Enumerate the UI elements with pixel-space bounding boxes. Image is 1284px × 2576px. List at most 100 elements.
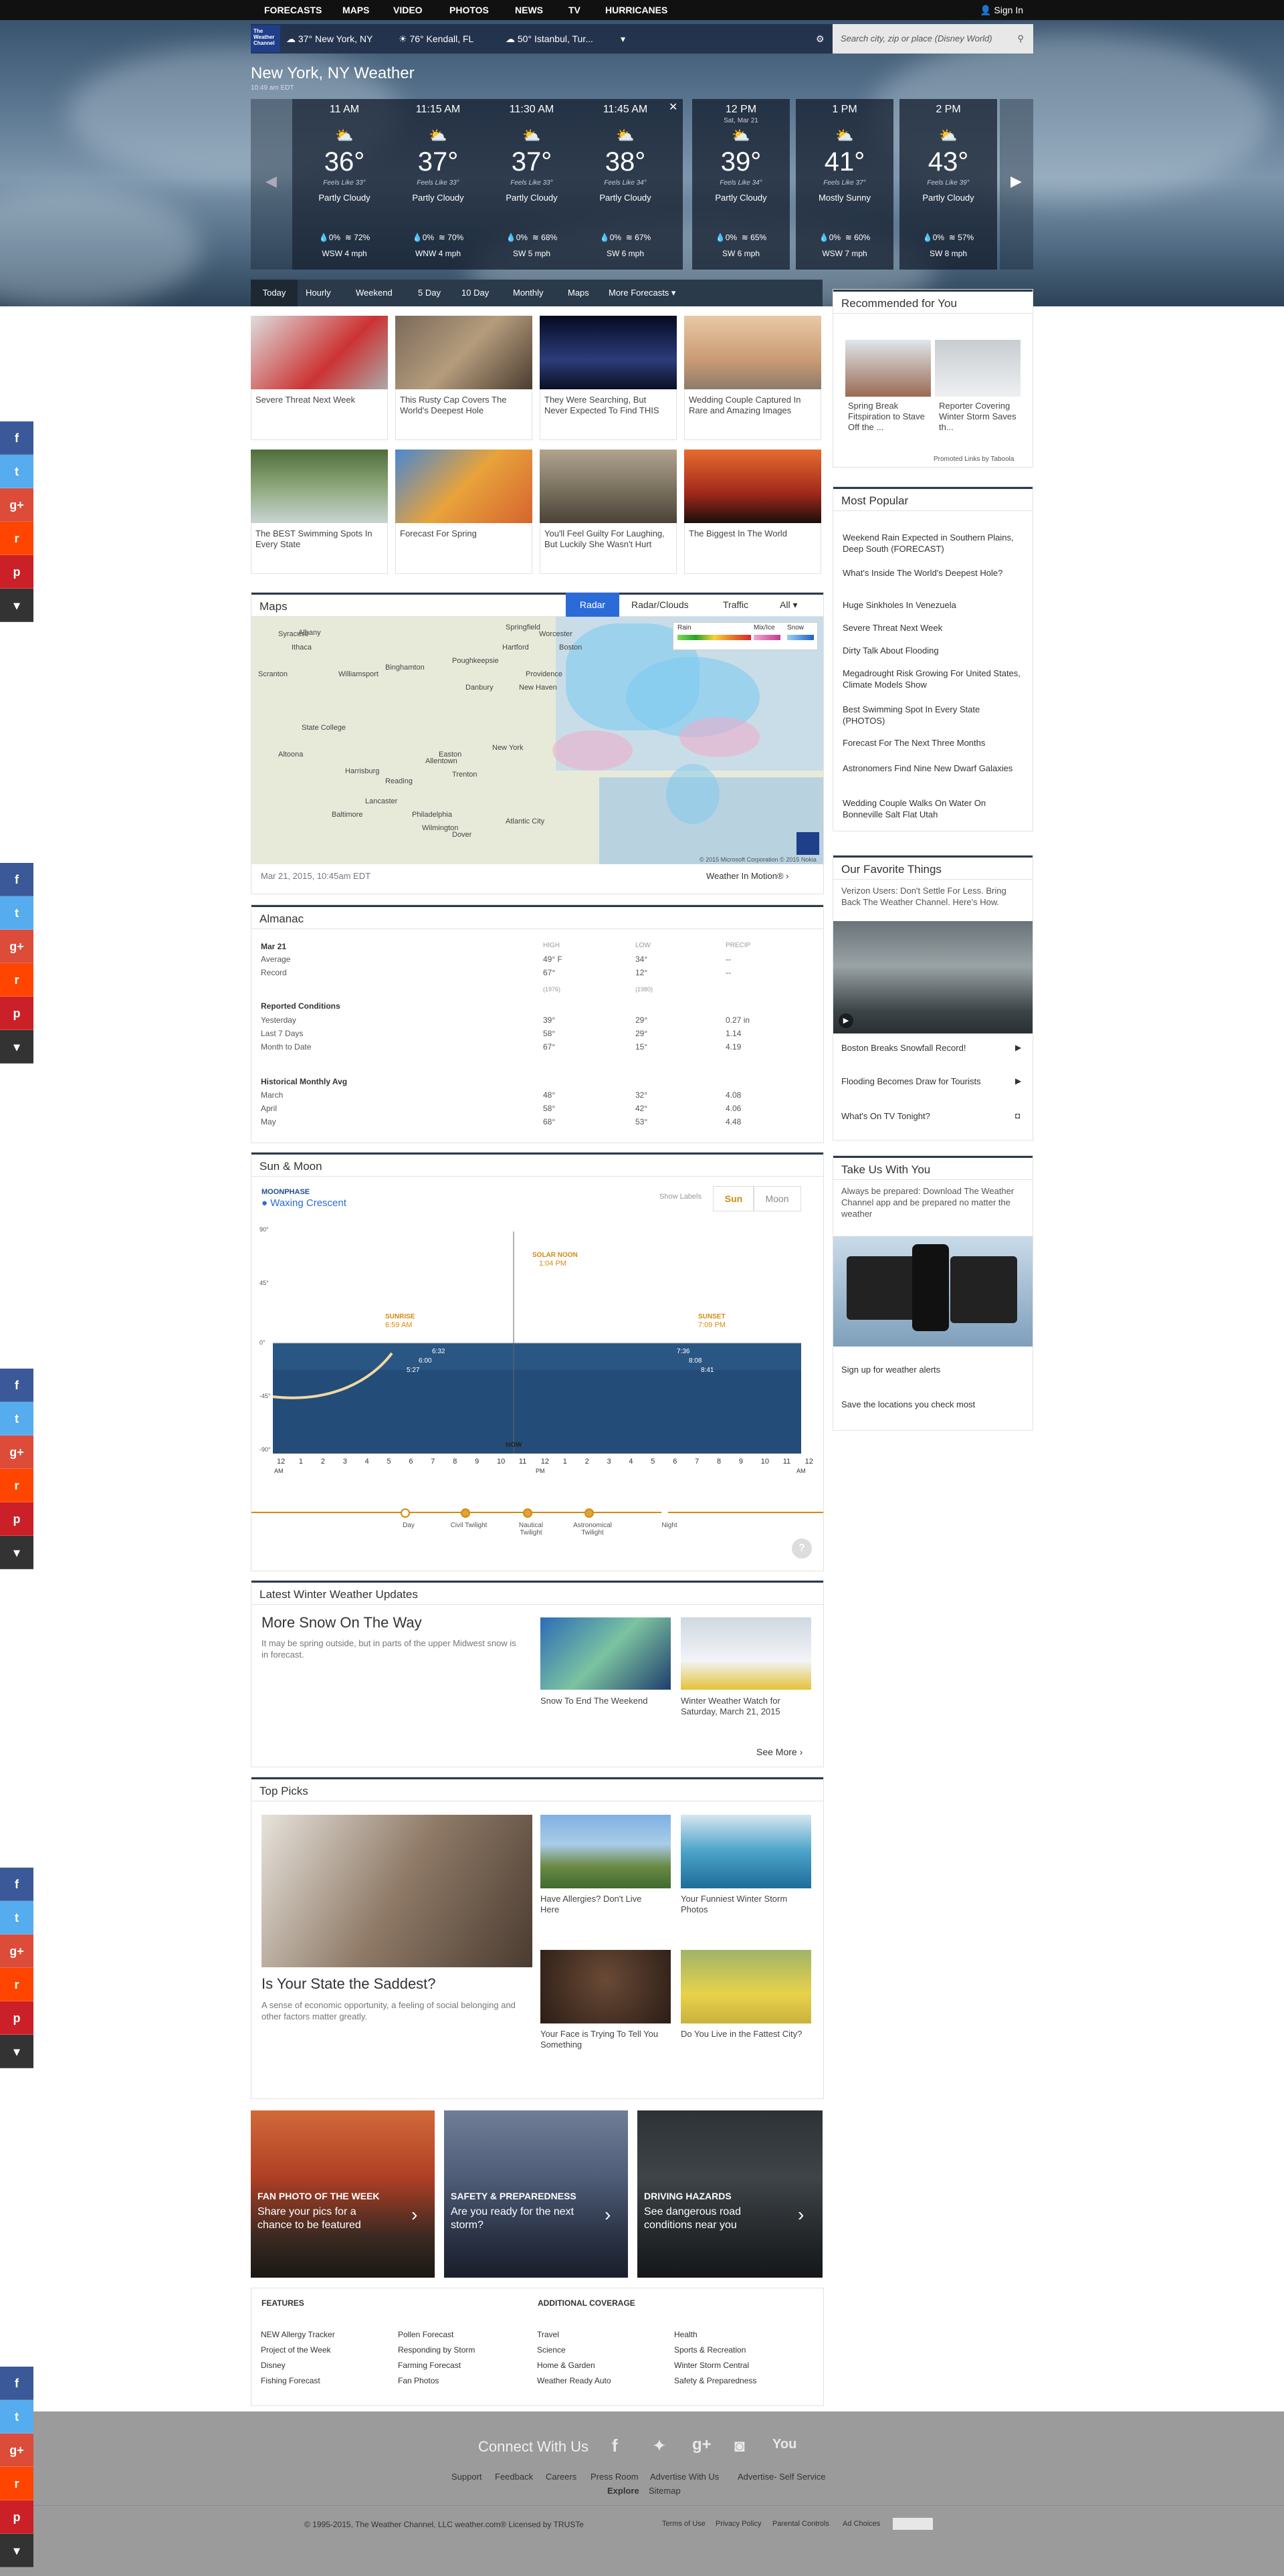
- promo-safety[interactable]: SAFETY & PREPAREDNESS Are you ready for …: [444, 2110, 628, 2278]
- nav-maps[interactable]: MAPS: [342, 0, 369, 20]
- favorites-video[interactable]: ▶: [833, 921, 1033, 1033]
- popular-item[interactable]: Huge Sinkholes In Venezuela: [843, 599, 1023, 611]
- ad-choices-link[interactable]: Ad Choices: [843, 2520, 880, 2528]
- facebook-share-icon[interactable]: f: [0, 863, 33, 896]
- tab-monthly[interactable]: Monthly: [513, 280, 544, 306]
- footer-additional-link[interactable]: Weather Ready Auto: [537, 2376, 611, 2385]
- footer-feature-link[interactable]: Disney: [261, 2361, 286, 2370]
- tab-hourly[interactable]: Hourly: [306, 280, 331, 306]
- taboola-link[interactable]: Promoted Links by Taboola: [934, 454, 1014, 465]
- story-title[interactable]: The BEST Swimming Spots In Every State: [255, 528, 383, 550]
- nav-hurricanes[interactable]: HURRICANES: [605, 0, 667, 20]
- twitter-share-icon[interactable]: t: [0, 1402, 33, 1435]
- favorites-intro[interactable]: Verizon Users: Don't Settle For Less. Br…: [841, 885, 1022, 908]
- top-pick-image-1[interactable]: [540, 1815, 671, 1888]
- tab-more-forecasts[interactable]: More Forecasts ▾: [609, 280, 675, 306]
- popular-item[interactable]: Dirty Talk About Flooding: [843, 645, 1023, 656]
- twitter-icon[interactable]: ✦: [652, 2436, 667, 2456]
- tab-5-day[interactable]: 5 Day: [418, 280, 441, 306]
- popular-item[interactable]: Best Swimming Spot In Every State (PHOTO…: [843, 704, 1023, 726]
- twitter-share-icon[interactable]: t: [0, 455, 33, 488]
- story-title[interactable]: This Rusty Cap Covers The World's Deepes…: [400, 395, 527, 416]
- winter-item-2[interactable]: Winter Weather Watch for Saturday, March…: [681, 1696, 811, 1717]
- popular-item[interactable]: Megadrought Risk Growing For United Stat…: [843, 668, 1023, 690]
- search-icon[interactable]: ⚲: [1017, 24, 1024, 54]
- saved-location-2[interactable]: ☀ 76° Kendall, FL: [399, 24, 473, 54]
- story-title[interactable]: You'll Feel Guilty For Laughing, But Luc…: [544, 528, 671, 550]
- recommended-item-2[interactable]: Reporter Covering Winter Storm Saves th.…: [939, 401, 1019, 433]
- nav-video[interactable]: VIDEO: [393, 0, 423, 20]
- locations-dropdown-icon[interactable]: ▾: [621, 24, 625, 54]
- youtube-icon[interactable]: You: [772, 2437, 796, 2452]
- top-picks-headline[interactable]: Is Your State the Saddest?: [261, 1975, 436, 1993]
- popular-item[interactable]: Severe Threat Next Week: [843, 622, 1023, 633]
- popular-item[interactable]: Weekend Rain Expected in Southern Plains…: [843, 532, 1023, 555]
- app-devices-image[interactable]: [833, 1236, 1033, 1347]
- story-image[interactable]: [684, 450, 821, 523]
- map-tab-radar[interactable]: Radar: [566, 593, 619, 617]
- story-image[interactable]: [395, 316, 532, 389]
- twitter-share-icon[interactable]: t: [0, 1901, 33, 1935]
- promo-fan-photo[interactable]: FAN PHOTO OF THE WEEK Share your pics fo…: [251, 2110, 435, 2278]
- story-image[interactable]: [684, 316, 821, 389]
- top-pick-item-2[interactable]: Your Funniest Winter Storm Photos: [681, 1894, 808, 1915]
- footer-feature-link[interactable]: Fan Photos: [398, 2376, 439, 2385]
- footer-feature-link[interactable]: Farming Forecast: [398, 2361, 461, 2370]
- top-pick-image-3[interactable]: [540, 1950, 671, 2023]
- nav-photos[interactable]: PHOTOS: [449, 0, 489, 20]
- google-plus-share-icon[interactable]: g+: [0, 930, 33, 963]
- footer-link[interactable]: Press Room: [591, 2472, 639, 2482]
- hourly-next-button[interactable]: ▶: [1000, 99, 1033, 270]
- top-pick-item-3[interactable]: Your Face is Trying To Tell You Somethin…: [540, 2029, 661, 2050]
- nav-forecasts[interactable]: FORECASTS: [264, 0, 322, 20]
- story-title[interactable]: Wedding Couple Captured In Rare and Amaz…: [689, 395, 816, 416]
- footer-additional-link[interactable]: Winter Storm Central: [674, 2361, 749, 2370]
- nav-news[interactable]: NEWS: [515, 0, 543, 20]
- twitter-share-icon[interactable]: t: [0, 896, 33, 930]
- top-pick-image-2[interactable]: [681, 1815, 811, 1888]
- recommended-image-1[interactable]: [845, 340, 931, 397]
- footer-feature-link[interactable]: Pollen Forecast: [398, 2330, 453, 2339]
- map-tab-all[interactable]: All ▾: [780, 593, 797, 617]
- popular-item[interactable]: Astronomers Find Nine New Dwarf Galaxies: [843, 763, 1023, 774]
- privacy-link[interactable]: Privacy Policy: [716, 2520, 761, 2528]
- popular-item[interactable]: What's Inside The World's Deepest Hole?: [843, 567, 1023, 579]
- top-pick-image-4[interactable]: [681, 1950, 811, 2023]
- footer-additional-link[interactable]: Home & Garden: [537, 2361, 595, 2370]
- footer-additional-link[interactable]: Science: [537, 2345, 566, 2355]
- recommended-image-2[interactable]: [935, 340, 1021, 397]
- more-share-icon[interactable]: ▾: [0, 2534, 33, 2567]
- google-plus-share-icon[interactable]: g+: [0, 1935, 33, 1968]
- top-pick-item-4[interactable]: Do You Live in the Fattest City?: [681, 2029, 808, 2040]
- see-more-link[interactable]: See More ›: [756, 1747, 802, 1757]
- footer-link[interactable]: Careers: [546, 2472, 576, 2482]
- saved-location-3[interactable]: ☁ 50° Istanbul, Tur...: [506, 24, 593, 54]
- story-image[interactable]: [395, 450, 532, 523]
- footer-sitemap-link[interactable]: Sitemap: [649, 2486, 681, 2496]
- instagram-icon[interactable]: ◙: [734, 2436, 745, 2456]
- help-icon[interactable]: ?: [792, 1539, 812, 1559]
- sign-up-alerts-link[interactable]: Sign up for weather alerts: [841, 1365, 940, 1375]
- facebook-share-icon[interactable]: f: [0, 421, 33, 455]
- reddit-share-icon[interactable]: r: [0, 1469, 33, 1502]
- facebook-share-icon[interactable]: f: [0, 2367, 33, 2400]
- winter-headline[interactable]: More Snow On The Way: [261, 1614, 422, 1631]
- favorites-item-2[interactable]: Flooding Becomes Draw for Tourists: [841, 1076, 981, 1086]
- pinterest-share-icon[interactable]: p: [0, 2001, 33, 2035]
- pinterest-share-icon[interactable]: p: [0, 997, 33, 1030]
- hourly-prev-button[interactable]: ◀: [251, 99, 292, 270]
- reddit-share-icon[interactable]: r: [0, 1968, 33, 2001]
- facebook-share-icon[interactable]: f: [0, 1868, 33, 1901]
- nav-tv[interactable]: TV: [568, 0, 580, 20]
- popular-item[interactable]: Wedding Couple Walks On Water On Bonnevi…: [843, 797, 1023, 820]
- story-title[interactable]: Forecast For Spring: [400, 528, 527, 539]
- save-locations-link[interactable]: Save the locations you check most: [841, 1399, 975, 1409]
- reddit-share-icon[interactable]: r: [0, 963, 33, 997]
- favorites-item-3[interactable]: What's On TV Tonight?: [841, 1111, 930, 1121]
- promo-driving[interactable]: DRIVING HAZARDS See dangerous road condi…: [637, 2110, 823, 2278]
- more-share-icon[interactable]: ▾: [0, 1536, 33, 1569]
- footer-additional-link[interactable]: Health: [674, 2330, 698, 2339]
- footer-explore-link[interactable]: Explore: [607, 2486, 639, 2496]
- twitter-share-icon[interactable]: t: [0, 2400, 33, 2434]
- footer-link[interactable]: Advertise- Self Service: [738, 2472, 826, 2482]
